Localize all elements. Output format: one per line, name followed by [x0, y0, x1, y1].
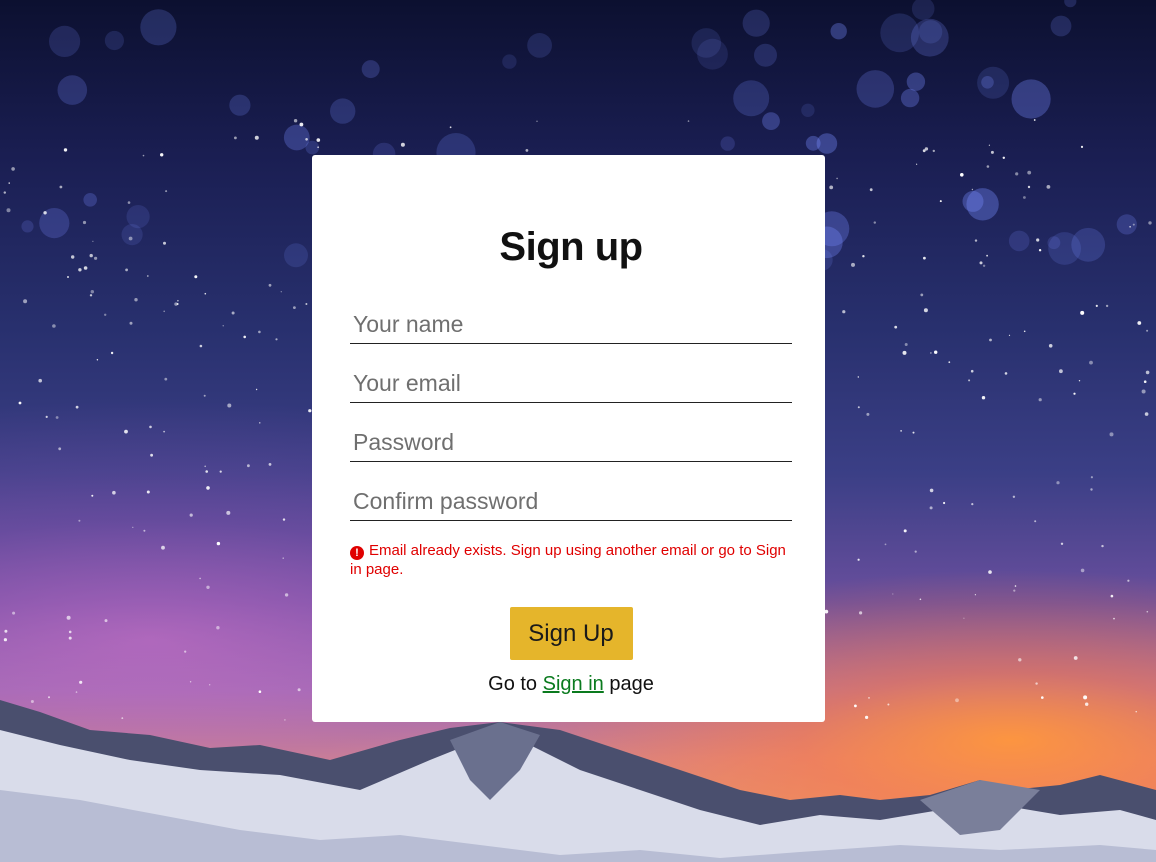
- confirm-password-field[interactable]: [350, 487, 792, 521]
- goto-signin-text: Go to Sign in page: [350, 673, 792, 696]
- signup-card: Sign up !Email already exists. Sign up u…: [312, 155, 825, 722]
- signup-button[interactable]: Sign Up: [509, 607, 633, 660]
- error-message: ! Email already exists. Sign up using ano…: [350, 541, 792, 579]
- page-title: Sign up: [499, 225, 643, 269]
- password-field[interactable]: [350, 428, 792, 462]
- email-field[interactable]: [350, 369, 792, 403]
- signin-link[interactable]: Sign in: [543, 673, 604, 695]
- exclamation-circle-icon: !: [350, 546, 364, 560]
- goto-prefix: Go to: [488, 673, 538, 695]
- error-text: Email already exists. Sign up using anot…: [350, 542, 786, 578]
- name-field[interactable]: [350, 310, 792, 344]
- goto-suffix: page: [609, 673, 654, 695]
